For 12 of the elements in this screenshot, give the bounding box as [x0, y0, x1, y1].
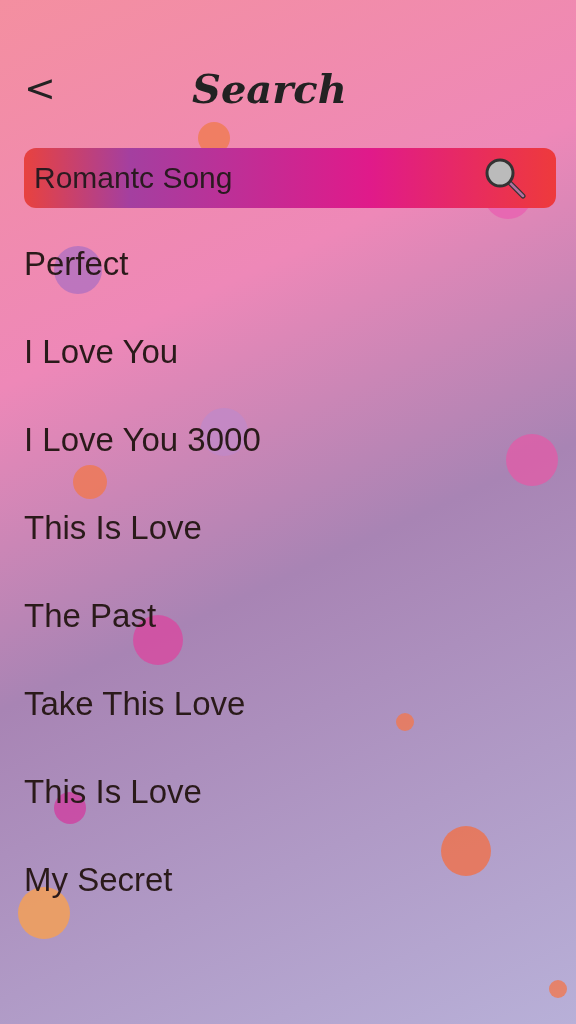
song-title[interactable]: Perfect — [24, 242, 556, 286]
song-title[interactable]: I Love You 3000 — [24, 418, 556, 462]
song-title[interactable]: The Past — [24, 594, 556, 638]
song-title[interactable]: This Is Love — [24, 770, 556, 814]
song-title[interactable]: I Love You — [24, 330, 556, 374]
page-title: Search — [192, 64, 347, 112]
song-title[interactable]: Take This Love — [24, 682, 556, 726]
song-title[interactable]: My Secret — [24, 858, 556, 902]
back-button[interactable]: < — [24, 69, 52, 107]
search-icon[interactable] — [484, 157, 526, 199]
search-field[interactable]: Romantc Song — [24, 148, 556, 208]
song-title[interactable]: This Is Love — [24, 506, 556, 550]
